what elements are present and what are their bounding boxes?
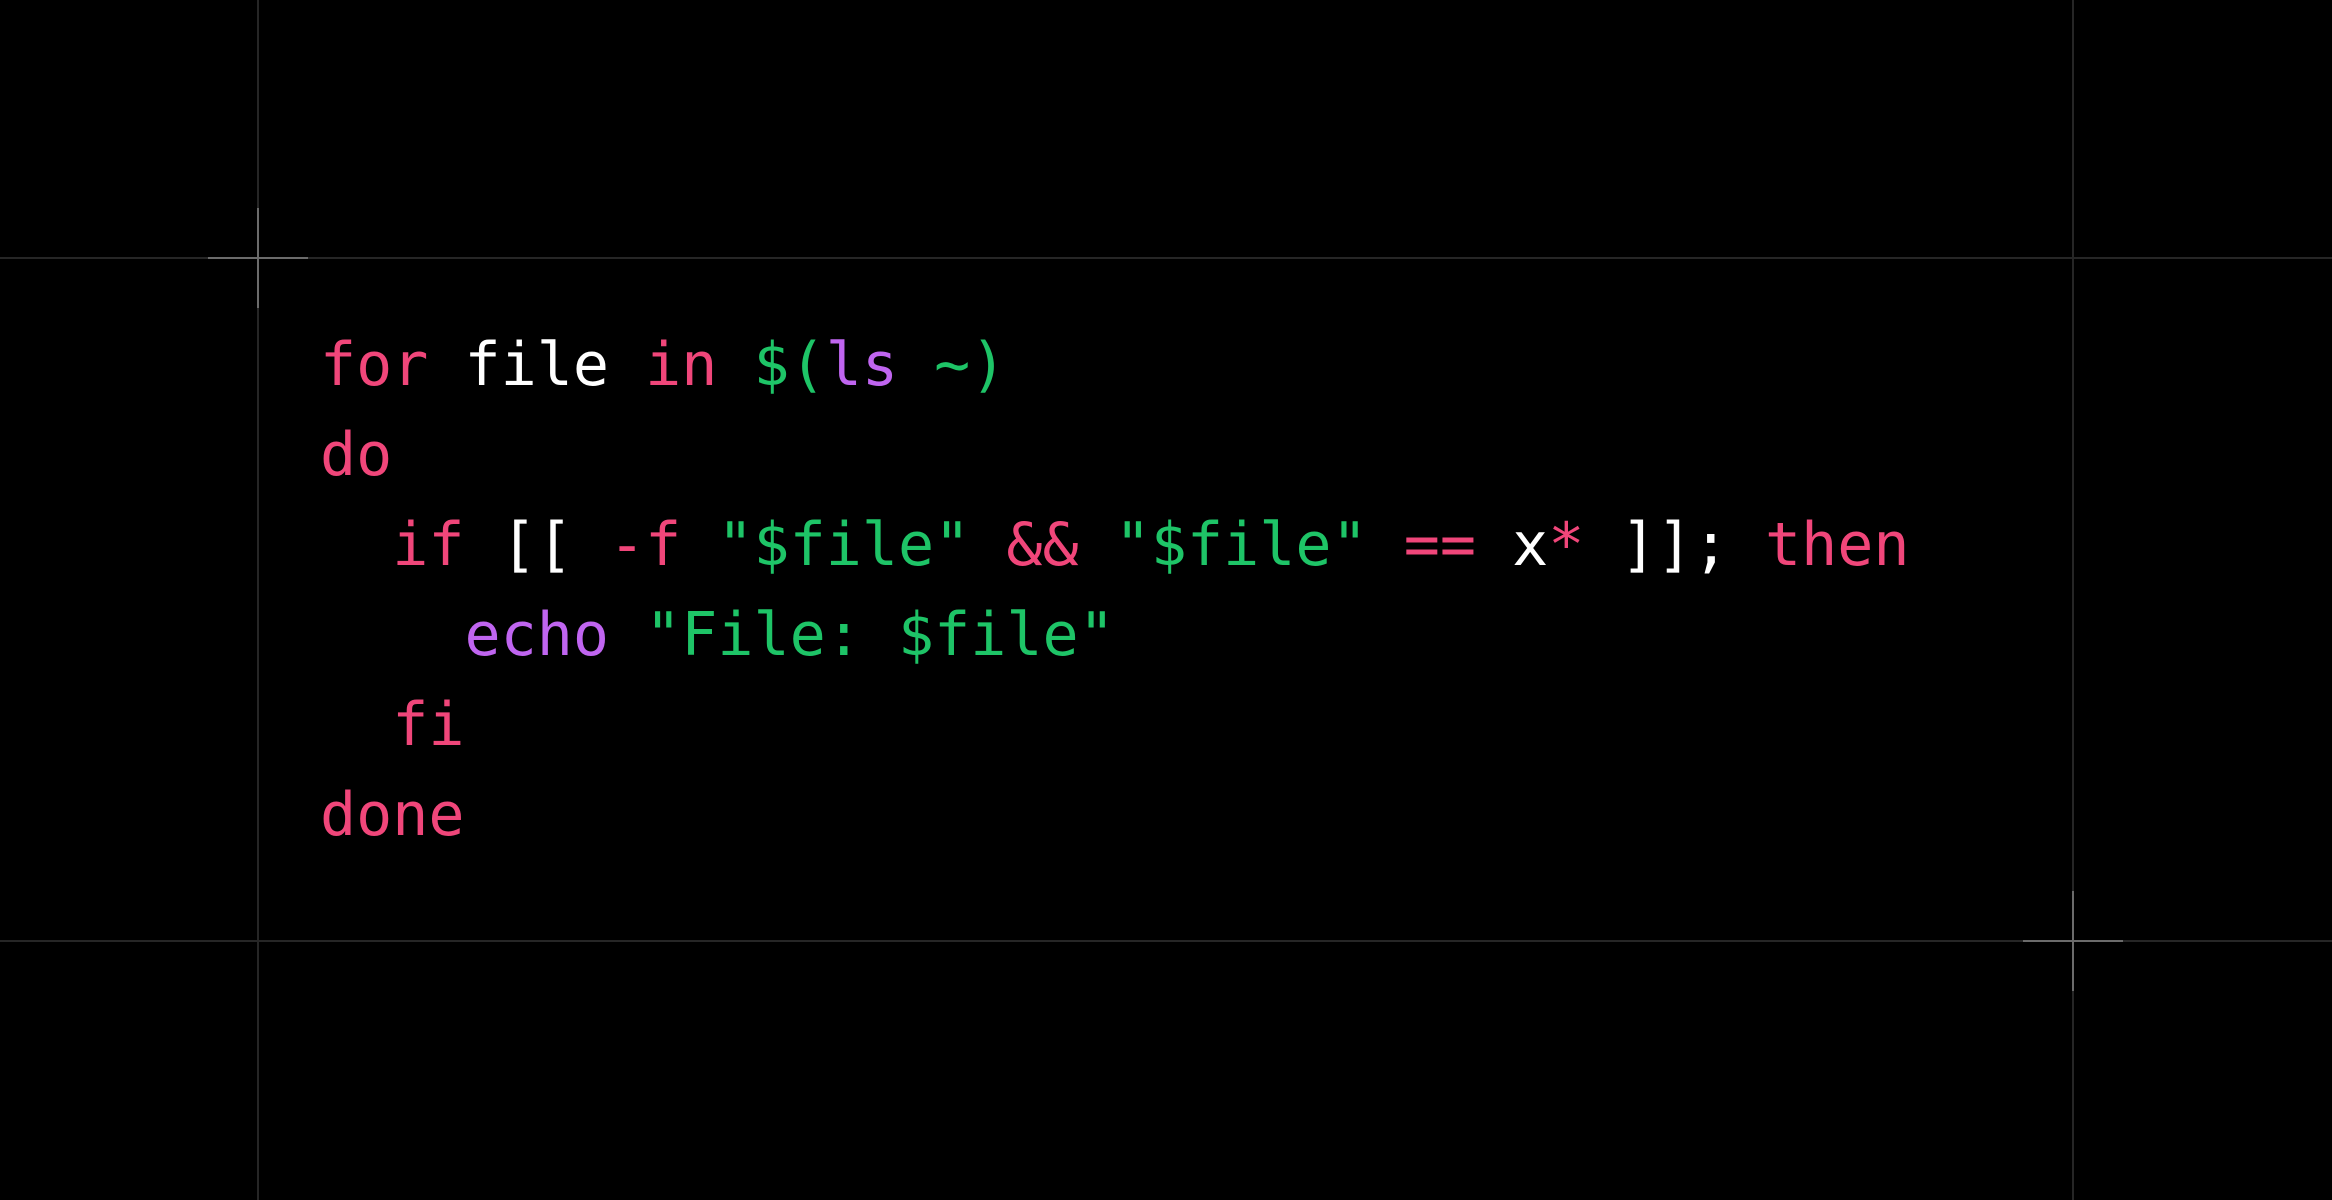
code-token-string: $( <box>753 330 826 400</box>
code-line: echo "File: $file" <box>320 590 1910 680</box>
code-line: done <box>320 770 1910 860</box>
code-token-plain: file <box>464 330 610 400</box>
code-token-string: ~) <box>898 330 1007 400</box>
crosshair-bottom-right-icon <box>2023 891 2123 991</box>
code-token-keyword: -f <box>609 510 682 580</box>
code-token-keyword: then <box>1765 510 1910 580</box>
code-token-keyword: fi <box>392 690 465 760</box>
guide-line-left <box>257 0 259 1200</box>
code-token-keyword: for <box>320 330 429 400</box>
code-line: if [[ -f "$file" && "$file" == x* ]]; th… <box>320 500 1910 590</box>
code-token-builtin: ls <box>825 330 898 400</box>
guide-line-right <box>2072 0 2074 1200</box>
code-token-keyword: == <box>1403 510 1476 580</box>
code-token-builtin: echo <box>464 600 610 670</box>
code-token-keyword: && <box>1006 510 1079 580</box>
guide-line-top <box>0 257 2332 259</box>
code-token-string: "$file" <box>717 510 971 580</box>
code-token-keyword: if <box>392 510 465 580</box>
guide-line-bottom <box>0 940 2332 942</box>
code-token-keyword: done <box>320 780 465 850</box>
code-token-string: "File: $file" <box>645 600 1115 670</box>
code-token-keyword: in <box>645 330 718 400</box>
code-line: for file in $(ls ~) <box>320 320 1910 410</box>
code-token-plain: x <box>1476 510 1549 580</box>
code-token-plain: ]]; <box>1584 510 1765 580</box>
crosshair-top-left-icon <box>208 208 308 308</box>
code-line: fi <box>320 680 1910 770</box>
code-line: do <box>320 410 1910 500</box>
code-token-plain: [[ <box>464 510 609 580</box>
code-token-keyword: * <box>1548 510 1585 580</box>
code-token-string: "$file" <box>1114 510 1368 580</box>
code-block: for file in $(ls ~) do if [[ -f "$file" &… <box>320 320 1910 860</box>
code-token-keyword: do <box>320 420 393 490</box>
